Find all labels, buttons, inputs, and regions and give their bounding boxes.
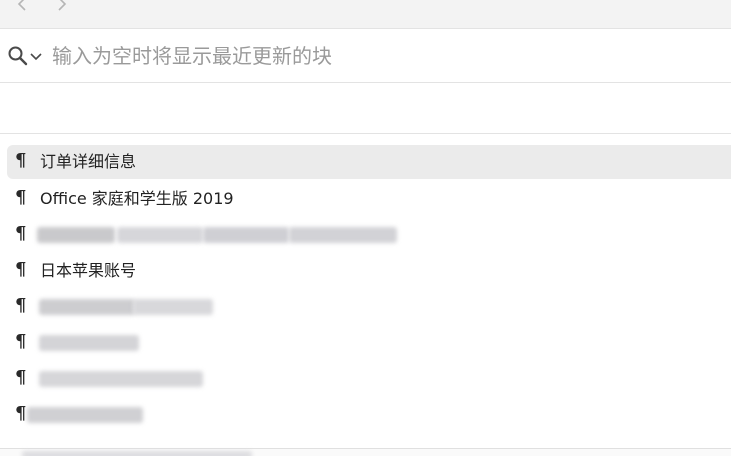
result-item-redacted[interactable]: ¶ bbox=[7, 290, 731, 324]
chevron-right-icon bbox=[58, 0, 67, 11]
search-bar bbox=[0, 29, 731, 83]
filter-area bbox=[0, 83, 731, 134]
status-bar bbox=[0, 448, 731, 456]
result-item-selected[interactable]: ¶ 订单详细信息 bbox=[7, 145, 731, 179]
chevron-down-icon[interactable] bbox=[30, 52, 42, 62]
result-item[interactable]: ¶ 日本苹果账号 bbox=[7, 254, 731, 288]
result-item-redacted[interactable]: ¶ bbox=[7, 398, 731, 432]
paragraph-icon: ¶ bbox=[15, 223, 27, 244]
chevron-left-icon bbox=[17, 0, 26, 11]
block-search-panel: ¶ 订单详细信息 ¶ Office 家庭和学生版 2019 ¶ ¶ 日本苹果账号… bbox=[0, 0, 731, 456]
search-icon[interactable] bbox=[7, 45, 29, 67]
result-item-label: 日本苹果账号 bbox=[40, 261, 137, 280]
result-item-label: 订单详细信息 bbox=[40, 152, 137, 171]
forward-button[interactable] bbox=[52, 0, 72, 14]
paragraph-icon: ¶ bbox=[15, 403, 27, 424]
paragraph-icon: ¶ bbox=[15, 331, 27, 352]
result-item[interactable]: ¶ Office 家庭和学生版 2019 bbox=[7, 182, 731, 216]
search-input[interactable] bbox=[52, 41, 712, 71]
result-item-label: Office 家庭和学生版 2019 bbox=[40, 189, 234, 208]
back-button[interactable] bbox=[12, 0, 32, 14]
result-item-redacted[interactable]: ¶ bbox=[7, 218, 731, 252]
navigation-bar bbox=[0, 0, 731, 29]
paragraph-icon: ¶ bbox=[15, 187, 27, 208]
redacted-text bbox=[22, 451, 252, 456]
paragraph-icon: ¶ bbox=[15, 150, 27, 171]
paragraph-icon: ¶ bbox=[15, 259, 27, 280]
search-results-list: ¶ 订单详细信息 ¶ Office 家庭和学生版 2019 ¶ ¶ 日本苹果账号… bbox=[0, 134, 731, 448]
result-item-redacted[interactable]: ¶ bbox=[7, 326, 731, 360]
result-item-redacted[interactable]: ¶ bbox=[7, 362, 731, 396]
paragraph-icon: ¶ bbox=[15, 295, 27, 316]
paragraph-icon: ¶ bbox=[15, 367, 27, 388]
